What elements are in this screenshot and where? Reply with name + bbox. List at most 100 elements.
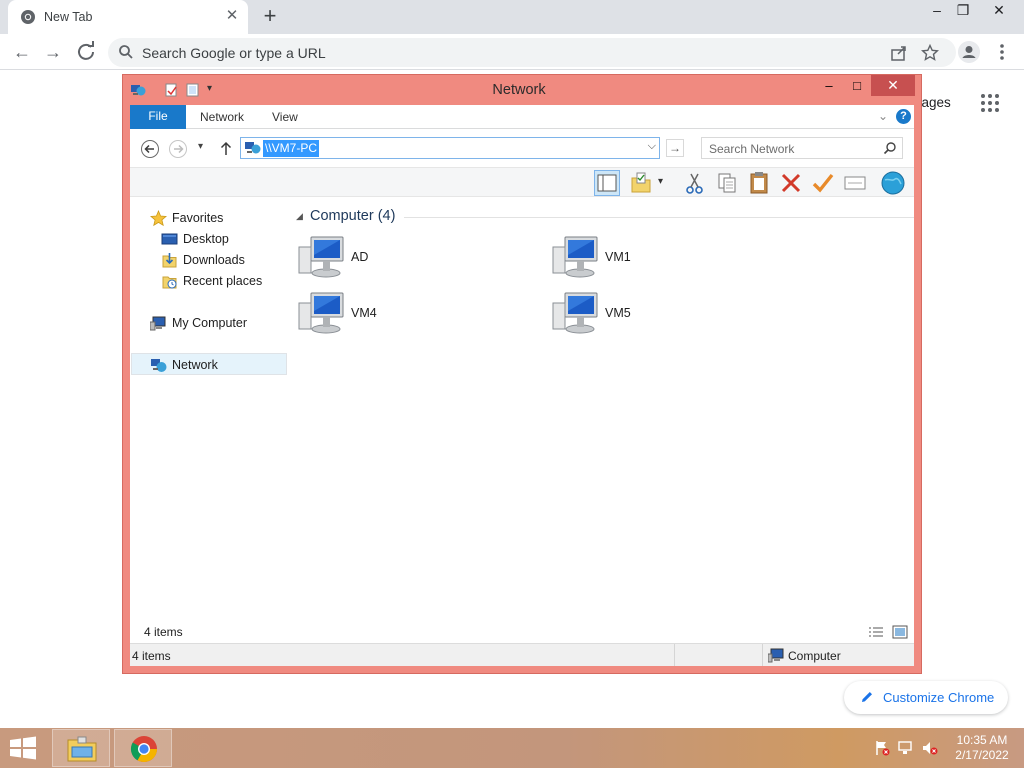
computer-name-vm4: VM4 xyxy=(351,306,377,320)
chrome-icon xyxy=(130,736,158,763)
up-icon[interactable] xyxy=(216,139,236,159)
expand-ribbon-icon[interactable]: ⌄ xyxy=(878,109,888,123)
help-icon[interactable]: ? xyxy=(896,109,911,124)
explorer-close-button[interactable]: ✕ xyxy=(871,75,915,96)
explorer-minimize-button[interactable]: – xyxy=(819,77,839,97)
customize-chrome-button[interactable]: Customize Chrome xyxy=(844,681,1008,714)
address-value: \\VM7-PC xyxy=(263,140,320,157)
restore-button[interactable]: ❐ xyxy=(948,0,978,22)
omnibox-placeholder: Search Google or type a URL xyxy=(142,45,326,61)
navigation-pane: Favorites Desktop Downloads Recent place… xyxy=(130,197,290,642)
rename-check-icon[interactable] xyxy=(810,170,836,196)
folder-options-dropdown-icon[interactable]: ▾ xyxy=(658,176,663,187)
taskbar: 10:35 AM 2/17/2022 xyxy=(0,728,1024,768)
windows-start-icon[interactable] xyxy=(8,736,38,760)
volume-muted-icon[interactable] xyxy=(922,740,938,756)
nav-label-network: Network xyxy=(172,358,218,372)
computer-name-ad: AD xyxy=(351,250,369,264)
network-icon xyxy=(151,359,167,372)
apps-grid-icon[interactable] xyxy=(980,93,1000,113)
explorer-title: Network xyxy=(492,82,546,98)
explorer-window: ▾ Network – □ ✕ File Network View ⌄ ? ▾ … xyxy=(122,74,922,674)
explorer-content: Favorites Desktop Downloads Recent place… xyxy=(130,197,914,642)
clock-date: 2/17/2022 xyxy=(955,748,1009,762)
search-network-input[interactable]: Search Network xyxy=(701,137,903,159)
clock-time: 10:35 AM xyxy=(956,733,1008,747)
explorer-maximize-button[interactable]: □ xyxy=(847,77,867,97)
copy-icon[interactable] xyxy=(714,170,740,196)
taskbar-chrome[interactable] xyxy=(114,729,172,767)
chrome-menu-icon[interactable] xyxy=(993,41,1011,63)
nav-item-my-computer[interactable]: My Computer xyxy=(150,314,280,334)
favorites-star-icon xyxy=(150,210,167,227)
recent-locations-icon[interactable]: ▾ xyxy=(198,141,203,152)
ribbon-tabs: File Network View ⌄ ? xyxy=(130,105,914,129)
computer-item-vm4[interactable]: VM4 xyxy=(298,291,498,339)
reload-icon[interactable] xyxy=(74,40,98,64)
file-list-pane: ◢ Computer (4) AD VM1 VM4 VM5 xyxy=(290,197,914,642)
taskbar-file-explorer[interactable] xyxy=(52,729,110,767)
details-view-icon[interactable] xyxy=(868,625,884,639)
back-icon[interactable]: ← xyxy=(10,40,34,64)
search-icon[interactable] xyxy=(883,141,897,155)
network-globe-icon[interactable] xyxy=(880,170,906,196)
folder-options-icon[interactable] xyxy=(628,170,654,196)
nav-label-favorites: Favorites xyxy=(172,211,224,225)
omnibox[interactable]: Search Google or type a URL xyxy=(108,38,956,67)
computer-item-vm1[interactable]: VM1 xyxy=(552,235,752,283)
delete-icon[interactable] xyxy=(778,170,804,196)
downloads-icon xyxy=(162,253,177,268)
tab-network[interactable]: Network xyxy=(200,110,244,124)
close-button[interactable]: ✕ xyxy=(984,0,1014,22)
network-tray-icon[interactable] xyxy=(898,740,914,756)
tab-new-tab[interactable]: New Tab ✕ xyxy=(8,0,248,34)
collapse-group-icon[interactable]: ◢ xyxy=(296,211,303,222)
address-input[interactable]: \\VM7-PC ⌵ xyxy=(240,137,660,159)
computer-icon xyxy=(552,292,598,334)
tab-view[interactable]: View xyxy=(272,110,298,124)
recent-places-icon xyxy=(162,276,177,289)
nav-label-downloads: Downloads xyxy=(183,253,245,267)
nav-item-downloads[interactable]: Downloads xyxy=(161,251,281,271)
computer-zone-icon xyxy=(768,648,784,663)
nav-item-network[interactable]: Network xyxy=(150,356,280,376)
system-clock[interactable]: 10:35 AM 2/17/2022 xyxy=(950,733,1014,763)
tab-title: New Tab xyxy=(44,10,93,24)
explorer-titlebar[interactable]: ▾ Network – □ ✕ xyxy=(123,75,921,105)
tab-strip: New Tab ✕ + – ❐ ✕ xyxy=(0,0,1024,34)
chrome-favicon-icon xyxy=(21,10,35,24)
group-title: Computer (4) xyxy=(310,208,396,224)
share-icon[interactable] xyxy=(890,44,908,62)
nav-item-desktop[interactable]: Desktop xyxy=(161,230,281,250)
forward-icon[interactable]: → xyxy=(41,40,65,64)
computer-item-vm5[interactable]: VM5 xyxy=(552,291,752,339)
tab-file[interactable]: File xyxy=(130,105,186,129)
nav-label-my-computer: My Computer xyxy=(172,316,248,330)
browser-toolbar: ← → Search Google or type a URL xyxy=(0,34,1024,70)
large-icons-view-icon[interactable] xyxy=(892,625,908,639)
status-item-count: 4 items xyxy=(132,649,171,663)
search-icon xyxy=(119,45,133,59)
profile-avatar-icon[interactable] xyxy=(958,41,980,63)
forward-icon[interactable] xyxy=(168,139,188,159)
computer-name-vm1: VM1 xyxy=(605,250,631,264)
my-computer-icon xyxy=(150,316,166,331)
cut-icon[interactable] xyxy=(682,170,708,196)
new-tab-button[interactable]: + xyxy=(258,4,282,28)
nav-item-favorites[interactable]: Favorites xyxy=(150,209,270,229)
status-separator xyxy=(674,644,675,666)
go-arrow-icon[interactable]: → xyxy=(666,139,684,157)
status-bar: 4 items Computer xyxy=(130,643,914,666)
bookmark-star-icon[interactable] xyxy=(921,44,939,62)
paste-icon[interactable] xyxy=(746,170,772,196)
address-dropdown-icon[interactable]: ⌵ xyxy=(648,140,656,153)
group-divider xyxy=(404,217,914,218)
preview-pane-icon[interactable] xyxy=(594,170,620,196)
action-center-flag-icon[interactable] xyxy=(874,740,890,756)
view-status-bar: 4 items xyxy=(130,620,914,645)
properties-card-icon[interactable] xyxy=(842,170,868,196)
nav-item-recent-places[interactable]: Recent places xyxy=(161,272,281,292)
tab-close-icon[interactable]: ✕ xyxy=(223,7,241,25)
back-icon[interactable] xyxy=(140,139,160,159)
computer-item-ad[interactable]: AD xyxy=(298,235,498,283)
